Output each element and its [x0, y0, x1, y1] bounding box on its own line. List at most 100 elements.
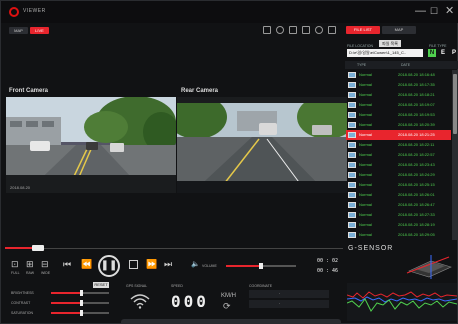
brightness-handle[interactable] — [80, 290, 83, 296]
progress-handle[interactable] — [32, 245, 45, 251]
print-icon[interactable] — [289, 26, 297, 34]
rear-camera-label: Rear Camera — [181, 88, 219, 94]
file-date: 2018.08.20 18:16:48 — [398, 72, 435, 77]
file-thumbnail — [348, 172, 356, 178]
gps-signal-label: GPS SIGNAL — [126, 284, 148, 288]
file-type-label: FILE TYPE — [429, 44, 447, 48]
wide-view-icon[interactable]: ⊟ — [41, 259, 49, 270]
front-camera-video[interactable]: 2018.08.20 — [6, 97, 176, 193]
file-row[interactable]: Normal 2018.08.20 18:20:39 — [346, 120, 451, 130]
raw-view-icon[interactable]: ⊞ — [26, 259, 34, 270]
g-sensor-graph — [347, 283, 457, 321]
file-date: 2018.08.20 18:22:11 — [398, 142, 435, 147]
file-row[interactable]: Normal 2018.08.20 18:23:43 — [346, 160, 451, 170]
speed-label: SPEED — [171, 284, 183, 288]
file-thumbnail — [348, 112, 356, 118]
speed-value: 000 — [171, 292, 209, 311]
minimize-button[interactable]: — — [415, 5, 426, 17]
file-row[interactable]: Normal 2018.08.20 18:26:47 — [346, 200, 451, 210]
next-file-icon[interactable]: ⏭ — [164, 259, 172, 270]
brightness-slider[interactable] — [51, 290, 109, 296]
stop-button[interactable] — [129, 260, 138, 269]
g-sensor-title: G-SENSOR — [348, 245, 394, 252]
map-mode-button[interactable]: MAP — [9, 27, 28, 34]
file-row[interactable]: Normal 2018.08.20 18:29:05 — [346, 230, 451, 240]
file-path-field[interactable]: D:\e\일\일일\e\Cuwen\1_145_C.. — [347, 49, 423, 57]
file-row[interactable]: Normal 2018.08.20 18:26:01 — [346, 190, 451, 200]
file-thumbnail — [348, 92, 356, 98]
playback-progress[interactable] — [5, 245, 343, 252]
col-type-header: TYPE — [357, 63, 367, 67]
file-list-scrollbar[interactable] — [452, 70, 458, 240]
full-screen-icon[interactable]: ⊡ — [11, 259, 19, 270]
file-date: 2018.08.20 18:19:07 — [398, 102, 435, 107]
file-row[interactable]: Normal 2018.08.20 18:29:51 — [346, 240, 451, 241]
volume-icon[interactable]: 🔈 — [191, 260, 200, 268]
export-icon[interactable] — [328, 26, 336, 34]
car-3d-icon — [406, 255, 452, 279]
file-date: 2018.08.20 18:26:01 — [398, 192, 435, 197]
file-type: Normal — [359, 92, 372, 97]
file-row[interactable]: Normal 2018.08.20 18:19:53 — [346, 110, 451, 120]
saturation-handle[interactable] — [80, 310, 83, 316]
file-row[interactable]: Normal 2018.08.20 18:25:15 — [346, 180, 451, 190]
maximize-button[interactable]: ☐ — [430, 5, 438, 17]
file-row[interactable]: Normal 2018.08.20 18:19:07 — [346, 100, 451, 110]
fast-forward-icon[interactable]: ⏩ — [146, 259, 157, 270]
volume-slider[interactable] — [226, 263, 296, 269]
contrast-handle[interactable] — [80, 300, 83, 306]
settings-icon[interactable] — [276, 26, 284, 34]
file-thumbnail — [348, 72, 356, 78]
folder-icon[interactable] — [263, 26, 271, 34]
tab-file-list[interactable]: FILE LIST — [346, 26, 380, 34]
scrollbar-thumb[interactable] — [453, 74, 457, 134]
file-type: Normal — [359, 142, 372, 147]
rear-camera-video[interactable] — [177, 97, 347, 193]
file-date: 2018.08.20 18:25:15 — [398, 182, 435, 187]
file-row[interactable]: Normal 2018.08.20 18:22:57 — [346, 150, 451, 160]
file-row[interactable]: Normal 2018.08.20 18:24:29 — [346, 170, 451, 180]
file-row[interactable]: Normal 2018.08.20 18:22:11 — [346, 140, 451, 150]
latitude-value: - — [279, 291, 281, 295]
file-date: 2018.08.20 18:18:21 — [398, 92, 435, 97]
file-date: 2018.08.20 18:23:43 — [398, 162, 435, 167]
col-date-header: DATE — [401, 63, 411, 67]
filter-event-button[interactable]: E — [439, 49, 447, 57]
pause-button[interactable]: ❚❚ — [98, 255, 120, 277]
file-table-header: TYPE DATE — [345, 61, 458, 69]
file-type: Normal — [359, 222, 372, 227]
filter-normal-button[interactable]: N — [428, 49, 436, 57]
tab-map[interactable]: MAP — [382, 26, 416, 34]
file-type: Normal — [359, 232, 372, 237]
file-row[interactable]: Normal 2018.08.20 18:18:21 — [346, 90, 451, 100]
file-thumbnail — [348, 132, 356, 138]
saturation-slider[interactable] — [51, 310, 109, 316]
file-date: 2018.08.20 18:19:53 — [398, 112, 435, 117]
snapshot-icon[interactable] — [302, 26, 310, 34]
file-date: 2018.08.20 18:22:57 — [398, 152, 435, 157]
longitude-value: - — [279, 301, 281, 305]
rewind-icon[interactable]: ⏪ — [81, 259, 92, 270]
file-thumbnail — [348, 222, 356, 228]
contrast-slider[interactable] — [51, 300, 109, 306]
file-row[interactable]: Normal 2018.08.20 18:28:19 — [346, 220, 451, 230]
file-row[interactable]: Normal 2018.08.20 18:17:35 — [346, 80, 451, 90]
progress-fill — [5, 247, 33, 249]
close-button[interactable]: ✕ — [445, 5, 454, 17]
live-mode-button[interactable]: LIVE — [30, 27, 49, 34]
file-date: 2018.08.20 18:28:19 — [398, 222, 435, 227]
file-row[interactable]: Normal 2018.08.20 18:27:33 — [346, 210, 451, 220]
zoom-icon[interactable] — [315, 26, 323, 34]
reset-button[interactable]: RESET — [93, 282, 109, 288]
folder-select-button[interactable]: 파일 목록 — [379, 40, 401, 47]
file-type: Normal — [359, 122, 372, 127]
refresh-icon[interactable]: ⟳ — [223, 301, 231, 312]
filter-parking-button[interactable]: P — [450, 49, 458, 57]
volume-handle[interactable] — [259, 263, 263, 269]
file-row[interactable]: Normal 2018.08.20 18:21:25 — [346, 130, 451, 140]
file-type: Normal — [359, 82, 372, 87]
previous-file-icon[interactable]: ⏮ — [63, 259, 71, 270]
file-row[interactable]: Normal 2018.08.20 18:16:48 — [346, 70, 451, 80]
file-type: Normal — [359, 192, 372, 197]
file-date: 2018.08.20 18:27:33 — [398, 212, 435, 217]
